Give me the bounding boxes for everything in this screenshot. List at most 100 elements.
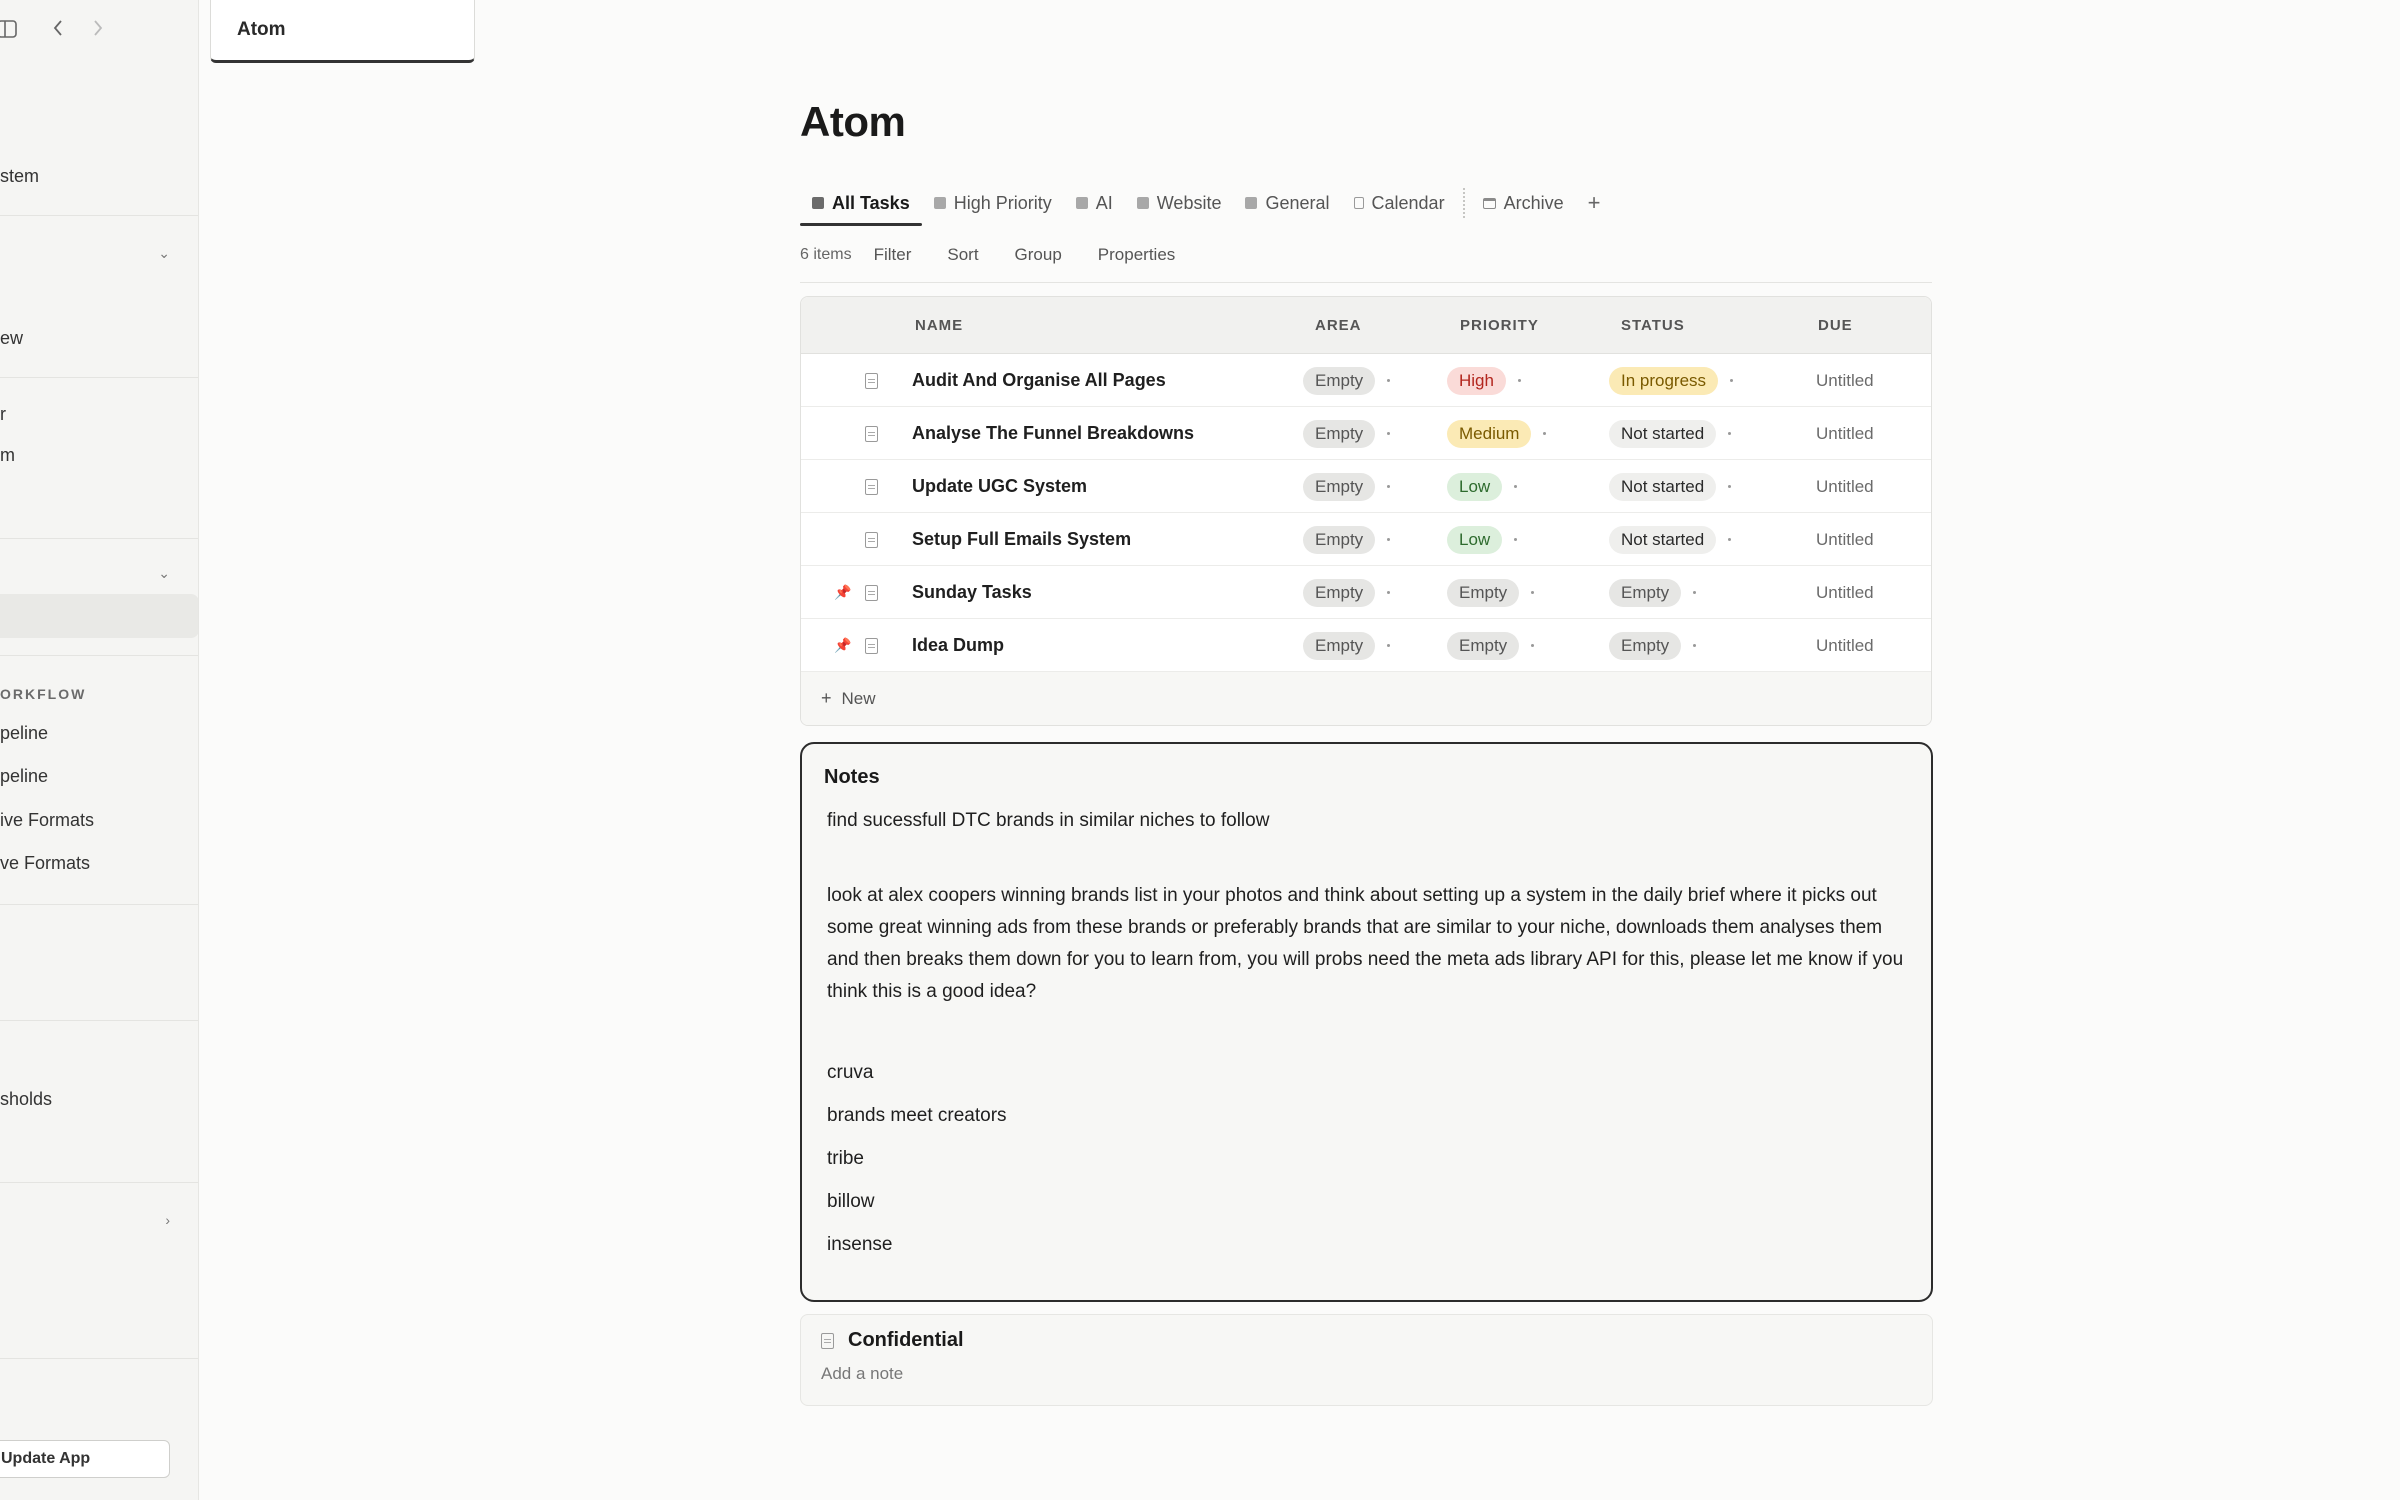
sidebar-item[interactable]: ve Formats bbox=[0, 853, 90, 874]
properties-button[interactable]: Properties bbox=[1098, 245, 1175, 265]
table-row[interactable]: Setup Full Emails System Empty Low Not s… bbox=[801, 513, 1931, 566]
priority-chip: Medium bbox=[1447, 419, 1532, 448]
divider bbox=[0, 1020, 198, 1021]
document-icon bbox=[865, 354, 878, 407]
sidebar-item[interactable]: peline bbox=[0, 766, 48, 787]
sidebar-item[interactable]: sholds bbox=[0, 1089, 52, 1110]
status-cell[interactable]: Not started bbox=[1609, 513, 1732, 566]
sidebar-item[interactable]: peline bbox=[0, 723, 48, 744]
divider bbox=[0, 377, 198, 378]
notes-list-item[interactable]: insense bbox=[824, 1223, 1909, 1266]
page-tab[interactable]: Atom bbox=[210, 0, 475, 63]
table-row[interactable]: 📌 Sunday Tasks Empty Empty Empty Untitle… bbox=[801, 566, 1931, 619]
status-cell[interactable]: In progress bbox=[1609, 354, 1734, 407]
table-row[interactable]: Audit And Organise All Pages Empty High … bbox=[801, 354, 1931, 407]
sidebar-selected-item[interactable] bbox=[0, 594, 198, 638]
forward-arrow-icon[interactable] bbox=[88, 16, 108, 40]
tab-all-tasks[interactable]: All Tasks bbox=[800, 184, 922, 226]
status-chip: Not started bbox=[1609, 419, 1717, 448]
due-cell[interactable]: Untitled bbox=[1816, 513, 1874, 566]
task-name[interactable]: Sunday Tasks bbox=[912, 566, 1032, 619]
notes-title: Notes bbox=[824, 766, 880, 788]
notes-list-item[interactable]: tribe bbox=[824, 1137, 1909, 1180]
status-cell[interactable]: Empty bbox=[1609, 619, 1697, 672]
sort-button[interactable]: Sort bbox=[947, 245, 978, 265]
priority-cell[interactable]: Empty bbox=[1447, 566, 1535, 619]
sidebar-item[interactable]: stem bbox=[0, 166, 39, 187]
update-app-button[interactable]: Update App bbox=[0, 1440, 170, 1478]
notes-block[interactable]: Notes find sucessfull DTC brands in simi… bbox=[800, 742, 1933, 1302]
due-cell[interactable]: Untitled bbox=[1816, 566, 1874, 619]
chevron-down-icon[interactable]: ⌄ bbox=[158, 245, 170, 262]
table-row[interactable]: 📌 Idea Dump Empty Empty Empty Untitled bbox=[801, 619, 1931, 672]
chevron-right-icon[interactable]: › bbox=[165, 1212, 170, 1228]
sidebar-item[interactable]: ive Formats bbox=[0, 810, 94, 831]
due-cell[interactable]: Untitled bbox=[1816, 354, 1874, 407]
task-name[interactable]: Audit And Organise All Pages bbox=[912, 354, 1166, 407]
priority-cell[interactable]: Low bbox=[1447, 460, 1518, 513]
column-header-area[interactable]: AREA bbox=[1315, 317, 1362, 334]
tab-label: Calendar bbox=[1371, 192, 1445, 213]
tab-high-priority[interactable]: High Priority bbox=[922, 184, 1064, 222]
column-header-name[interactable]: NAME bbox=[915, 317, 963, 334]
add-new-row-button[interactable]: + New bbox=[801, 672, 1931, 725]
priority-cell[interactable]: High bbox=[1447, 354, 1521, 407]
area-cell[interactable]: Empty bbox=[1303, 513, 1391, 566]
due-cell[interactable]: Untitled bbox=[1816, 619, 1874, 672]
table-row[interactable]: Analyse The Funnel Breakdowns Empty Medi… bbox=[801, 407, 1931, 460]
sidebar-item[interactable]: m bbox=[0, 445, 15, 466]
sidebar-item[interactable]: ew bbox=[0, 328, 23, 349]
notes-list-item[interactable]: cruva bbox=[824, 1051, 1909, 1094]
area-cell[interactable]: Empty bbox=[1303, 407, 1391, 460]
column-header-due[interactable]: DUE bbox=[1818, 317, 1853, 334]
table-header: NAME AREA PRIORITY STATUS DUE bbox=[801, 297, 1931, 354]
notes-paragraph[interactable]: look at alex coopers winning brands list… bbox=[824, 880, 1909, 1008]
area-cell[interactable]: Empty bbox=[1303, 460, 1391, 513]
task-name[interactable]: Setup Full Emails System bbox=[912, 513, 1131, 566]
item-count: 6 items bbox=[800, 246, 852, 263]
confidential-block[interactable]: Confidential Add a note bbox=[800, 1314, 1933, 1406]
area-cell[interactable]: Empty bbox=[1303, 619, 1391, 672]
tab-archive[interactable]: Archive bbox=[1471, 184, 1576, 222]
due-cell[interactable]: Untitled bbox=[1816, 407, 1874, 460]
pin-icon[interactable]: 📌 bbox=[834, 619, 851, 672]
table-row[interactable]: Update UGC System Empty Low Not started … bbox=[801, 460, 1931, 513]
priority-cell[interactable]: Medium bbox=[1447, 407, 1547, 460]
task-name[interactable]: Update UGC System bbox=[912, 460, 1087, 513]
filter-button[interactable]: Filter bbox=[874, 245, 912, 265]
group-button[interactable]: Group bbox=[1015, 245, 1062, 265]
tab-general[interactable]: General bbox=[1233, 184, 1341, 222]
notes-list-item[interactable]: billow bbox=[824, 1180, 1909, 1223]
sidebar-section-label: ORKFLOW bbox=[0, 686, 87, 702]
chevron-down-icon[interactable]: ⌄ bbox=[158, 565, 170, 582]
sidebar-toggle-icon[interactable] bbox=[0, 18, 18, 40]
notes-line[interactable]: find sucessfull DTC brands in similar ni… bbox=[824, 805, 1909, 837]
back-arrow-icon[interactable] bbox=[48, 16, 68, 40]
add-view-icon[interactable]: + bbox=[1576, 190, 1613, 216]
task-name[interactable]: Idea Dump bbox=[912, 619, 1004, 672]
divider bbox=[0, 538, 198, 539]
area-cell[interactable]: Empty bbox=[1303, 354, 1391, 407]
task-name[interactable]: Analyse The Funnel Breakdowns bbox=[912, 407, 1194, 460]
pin-icon[interactable]: 📌 bbox=[834, 566, 851, 619]
priority-cell[interactable]: Low bbox=[1447, 513, 1518, 566]
sidebar: stem ⌄ ew r m ⌄ ORKFLOW peline peline iv… bbox=[0, 0, 199, 1500]
status-cell[interactable]: Empty bbox=[1609, 566, 1697, 619]
table-icon bbox=[1075, 197, 1088, 209]
notes-list-item[interactable]: brands meet creators bbox=[824, 1094, 1909, 1137]
priority-cell[interactable]: Empty bbox=[1447, 619, 1535, 672]
tab-calendar[interactable]: Calendar bbox=[1342, 184, 1457, 222]
column-header-status[interactable]: STATUS bbox=[1621, 317, 1685, 334]
status-cell[interactable]: Not started bbox=[1609, 460, 1732, 513]
add-note-input[interactable]: Add a note bbox=[821, 1364, 1912, 1384]
divider bbox=[0, 904, 198, 905]
tab-ai[interactable]: AI bbox=[1064, 184, 1125, 222]
tab-label: Website bbox=[1156, 192, 1222, 213]
column-header-priority[interactable]: PRIORITY bbox=[1460, 317, 1539, 334]
area-cell[interactable]: Empty bbox=[1303, 566, 1391, 619]
due-cell[interactable]: Untitled bbox=[1816, 460, 1874, 513]
status-cell[interactable]: Not started bbox=[1609, 407, 1732, 460]
document-icon bbox=[821, 1332, 834, 1349]
sidebar-item[interactable]: r bbox=[0, 404, 6, 425]
tab-website[interactable]: Website bbox=[1125, 184, 1234, 222]
